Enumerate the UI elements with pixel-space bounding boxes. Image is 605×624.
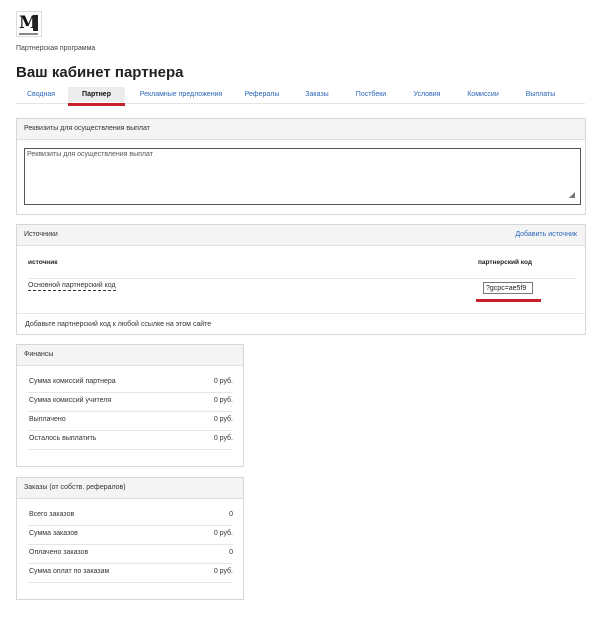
orders-row-value: 0 xyxy=(229,549,233,556)
orders-row: Всего заказов 0 xyxy=(28,506,233,526)
add-source-link[interactable]: Добавить источник xyxy=(515,225,577,245)
finance-row-label: Сумма комиссий учителя xyxy=(29,397,112,404)
orders-row: Оплачено заказов 0 xyxy=(28,544,233,564)
logo-caption-icon xyxy=(19,33,38,35)
sources-panel: Источники Добавить источник источник пар… xyxy=(16,224,586,335)
breadcrumb[interactable]: Партнерская программа xyxy=(16,45,95,52)
resize-grip-icon[interactable]: ◢ xyxy=(569,190,575,199)
orders-row-value: 0 xyxy=(229,511,233,518)
column-header-source: источник xyxy=(28,259,58,266)
finance-row-label: Выплачено xyxy=(29,416,66,423)
finance-row-label: Сумма комиссий партнера xyxy=(29,378,116,385)
requisites-textarea[interactable] xyxy=(24,148,581,205)
footer-divider xyxy=(17,313,585,314)
page-title: Ваш кабинет партнера xyxy=(16,64,184,81)
sources-footer-note: Добавьте партнерский код к любой ссылке … xyxy=(25,321,212,328)
finance-row: Сумма комиссий партнера 0 руб. xyxy=(28,373,233,393)
table-divider xyxy=(28,278,576,279)
orders-row-value: 0 руб. xyxy=(213,568,233,575)
orders-row-label: Оплачено заказов xyxy=(29,549,89,556)
site-logo[interactable]: M xyxy=(16,11,42,37)
finance-row-value: 0 руб. xyxy=(213,397,233,404)
tab-partner[interactable]: Партнер xyxy=(68,87,125,102)
requisites-panel: Реквизиты для осуществления выплат ◢ xyxy=(16,118,586,215)
tab-bar: Сводная Партнер Рекламные предложения Ре… xyxy=(16,87,585,104)
finance-panel: Финансы Сумма комиссий партнера 0 руб. С… xyxy=(16,344,244,467)
orders-row-value: 0 руб. xyxy=(213,530,233,537)
partner-code-field[interactable]: ?gcpc=ae5f9 xyxy=(483,282,533,294)
tab-terms[interactable]: Условия xyxy=(404,87,450,102)
requisites-header: Реквизиты для осуществления выплат xyxy=(17,119,585,140)
tab-ad-offers[interactable]: Рекламные предложения xyxy=(126,87,236,102)
orders-row-label: Сумма заказов xyxy=(29,530,78,537)
column-header-code: партнерский код xyxy=(478,259,532,266)
source-name[interactable]: Основной партнерский код xyxy=(28,281,116,291)
finance-row-label: Осталось выплатить xyxy=(29,435,97,442)
sources-title: Источники xyxy=(24,231,58,238)
orders-row-label: Всего заказов xyxy=(29,511,75,518)
finance-header: Финансы xyxy=(17,345,243,366)
finance-row-value: 0 руб. xyxy=(213,416,233,423)
tab-commissions[interactable]: Комиссии xyxy=(458,87,508,102)
tab-postbacks[interactable]: Постбеки xyxy=(346,87,396,102)
finance-row: Осталось выплатить 0 руб. xyxy=(28,430,233,450)
finance-row: Сумма комиссий учителя 0 руб. xyxy=(28,392,233,412)
sources-header: Источники Добавить источник xyxy=(17,225,585,246)
orders-row: Сумма оплат по заказам 0 руб. xyxy=(28,563,233,583)
tab-payouts[interactable]: Выплаты xyxy=(516,87,565,102)
orders-header: Заказы (от собств. рефералов) xyxy=(17,478,243,499)
active-tab-indicator xyxy=(68,103,125,106)
tab-orders[interactable]: Заказы xyxy=(296,87,338,102)
orders-row: Сумма заказов 0 руб. xyxy=(28,525,233,545)
tab-summary[interactable]: Сводная xyxy=(16,87,66,102)
finance-row: Выплачено 0 руб. xyxy=(28,411,233,431)
tab-referrals[interactable]: Рефералы xyxy=(234,87,290,102)
orders-row-label: Сумма оплат по заказам xyxy=(29,568,110,575)
logo-bar-icon xyxy=(33,15,38,31)
orders-panel: Заказы (от собств. рефералов) Всего зака… xyxy=(16,477,244,600)
finance-row-value: 0 руб. xyxy=(213,378,233,385)
partner-code-highlight xyxy=(476,299,541,302)
finance-row-value: 0 руб. xyxy=(213,435,233,442)
